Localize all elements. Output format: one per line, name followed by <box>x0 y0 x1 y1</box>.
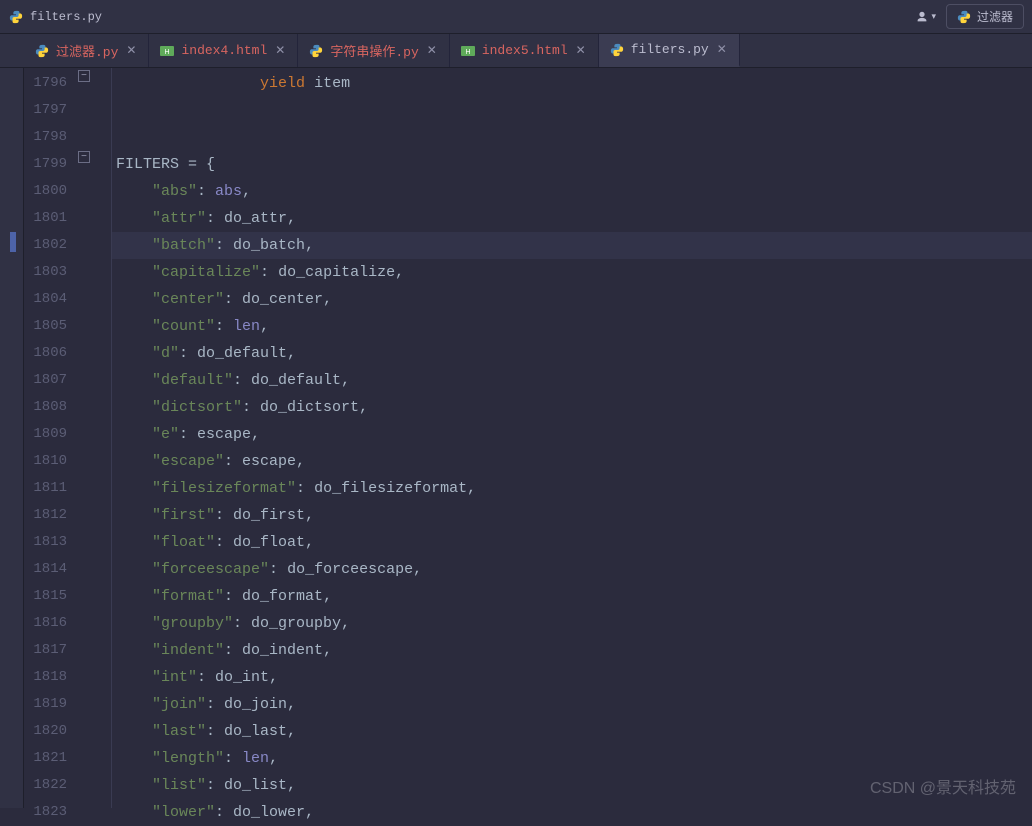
code-line[interactable] <box>112 124 1032 151</box>
code-line[interactable]: "float": do_float, <box>112 529 1032 556</box>
tab-label: filters.py <box>631 42 709 57</box>
tab-字符串操作-py[interactable]: 字符串操作.py ✕ <box>298 34 449 67</box>
run-config-button[interactable]: 过滤器 <box>946 4 1024 29</box>
user-menu-icon[interactable]: ▾ <box>915 10 936 24</box>
line-number[interactable]: 1821 <box>24 745 77 772</box>
code-line[interactable]: "length": len, <box>112 745 1032 772</box>
line-number[interactable]: 1805 <box>24 313 77 340</box>
code-line[interactable]: "int": do_int, <box>112 664 1032 691</box>
code-line[interactable]: "e": escape, <box>112 421 1032 448</box>
code-line[interactable]: "lower": do_lower, <box>112 799 1032 826</box>
titlebar-filename: filters.py <box>30 10 102 24</box>
code-line[interactable]: "first": do_first, <box>112 502 1032 529</box>
titlebar: filters.py ▾ 过滤器 <box>0 0 1032 34</box>
tab-label: 过滤器.py <box>56 41 118 60</box>
code-line[interactable]: "d": do_default, <box>112 340 1032 367</box>
code-line[interactable]: "last": do_last, <box>112 718 1032 745</box>
close-icon[interactable]: ✕ <box>425 43 439 58</box>
html-file-icon: H <box>460 43 476 59</box>
code-line[interactable]: "format": do_format, <box>112 583 1032 610</box>
line-number[interactable]: 1804 <box>24 286 77 313</box>
bookmark-marker[interactable] <box>10 232 16 252</box>
line-number[interactable]: 1819 <box>24 691 77 718</box>
line-number[interactable]: 1820 <box>24 718 77 745</box>
line-number-gutter: 1796179717981799180018011802180318041805… <box>24 68 78 808</box>
line-number[interactable]: 1797 <box>24 97 77 124</box>
tab-过滤器-py[interactable]: 过滤器.py ✕ <box>24 34 149 67</box>
tab-filters-py[interactable]: filters.py ✕ <box>599 34 740 67</box>
python-file-icon <box>957 10 971 24</box>
editor-tabs: 过滤器.py✕Hindex4.html✕字符串操作.py✕Hindex5.htm… <box>0 34 1032 68</box>
code-line[interactable]: "attr": do_attr, <box>112 205 1032 232</box>
line-number[interactable]: 1802 <box>24 232 77 259</box>
code-line[interactable]: "capitalize": do_capitalize, <box>112 259 1032 286</box>
line-number[interactable]: 1806 <box>24 340 77 367</box>
code-line[interactable]: "groupby": do_groupby, <box>112 610 1032 637</box>
code-line[interactable]: "count": len, <box>112 313 1032 340</box>
python-file-icon <box>34 43 50 59</box>
code-line[interactable]: "list": do_list, <box>112 772 1032 799</box>
line-number[interactable]: 1803 <box>24 259 77 286</box>
code-line[interactable]: "filesizeformat": do_filesizeformat, <box>112 475 1032 502</box>
line-number[interactable]: 1811 <box>24 475 77 502</box>
line-number[interactable]: 1810 <box>24 448 77 475</box>
code-line[interactable]: "batch": do_batch, <box>112 232 1032 259</box>
code-line[interactable]: "forceescape": do_forceescape, <box>112 556 1032 583</box>
tab-label: 字符串操作.py <box>330 41 418 60</box>
close-icon[interactable]: ✕ <box>574 43 588 58</box>
tab-index4-html[interactable]: Hindex4.html ✕ <box>149 34 298 67</box>
close-icon[interactable]: ✕ <box>124 43 138 58</box>
code-line[interactable]: "default": do_default, <box>112 367 1032 394</box>
line-number[interactable]: 1822 <box>24 772 77 799</box>
line-number[interactable]: 1816 <box>24 610 77 637</box>
code-line[interactable]: FILTERS = { <box>112 151 1032 178</box>
line-number[interactable]: 1799 <box>24 151 77 178</box>
svg-text:H: H <box>465 49 470 56</box>
line-number[interactable]: 1800 <box>24 178 77 205</box>
close-icon[interactable]: ✕ <box>715 42 729 57</box>
line-number[interactable]: 1818 <box>24 664 77 691</box>
line-number[interactable]: 1808 <box>24 394 77 421</box>
code-line[interactable]: "dictsort": do_dictsort, <box>112 394 1032 421</box>
code-line[interactable]: "center": do_center, <box>112 286 1032 313</box>
tab-label: index4.html <box>181 43 267 58</box>
run-config-label: 过滤器 <box>977 8 1013 25</box>
python-file-icon <box>609 42 625 58</box>
line-number[interactable]: 1807 <box>24 367 77 394</box>
line-number[interactable]: 1817 <box>24 637 77 664</box>
code-line[interactable] <box>112 97 1032 124</box>
code-line[interactable]: yield item <box>112 70 1032 97</box>
tab-label: index5.html <box>482 43 568 58</box>
left-gutter-strip <box>0 68 24 808</box>
line-number[interactable]: 1815 <box>24 583 77 610</box>
html-file-icon: H <box>159 43 175 59</box>
line-number[interactable]: 1813 <box>24 529 77 556</box>
fold-gutter: −− <box>78 68 112 808</box>
code-line[interactable]: "abs": abs, <box>112 178 1032 205</box>
line-number[interactable]: 1809 <box>24 421 77 448</box>
python-file-icon <box>8 9 24 25</box>
fold-toggle-icon[interactable]: − <box>78 151 90 163</box>
code-line[interactable]: "join": do_join, <box>112 691 1032 718</box>
line-number[interactable]: 1796 <box>24 70 77 97</box>
line-number[interactable]: 1823 <box>24 799 77 826</box>
close-icon[interactable]: ✕ <box>273 43 287 58</box>
code-line[interactable]: "escape": escape, <box>112 448 1032 475</box>
python-file-icon <box>308 43 324 59</box>
svg-text:H: H <box>165 49 170 56</box>
line-number[interactable]: 1801 <box>24 205 77 232</box>
editor-area: 1796179717981799180018011802180318041805… <box>0 68 1032 808</box>
fold-toggle-icon[interactable]: − <box>78 70 90 82</box>
tab-index5-html[interactable]: Hindex5.html ✕ <box>450 34 599 67</box>
line-number[interactable]: 1812 <box>24 502 77 529</box>
line-number[interactable]: 1798 <box>24 124 77 151</box>
code-line[interactable]: "indent": do_indent, <box>112 637 1032 664</box>
line-number[interactable]: 1814 <box>24 556 77 583</box>
code-editor[interactable]: yield item FILTERS = { "abs": abs, "attr"… <box>112 68 1032 808</box>
